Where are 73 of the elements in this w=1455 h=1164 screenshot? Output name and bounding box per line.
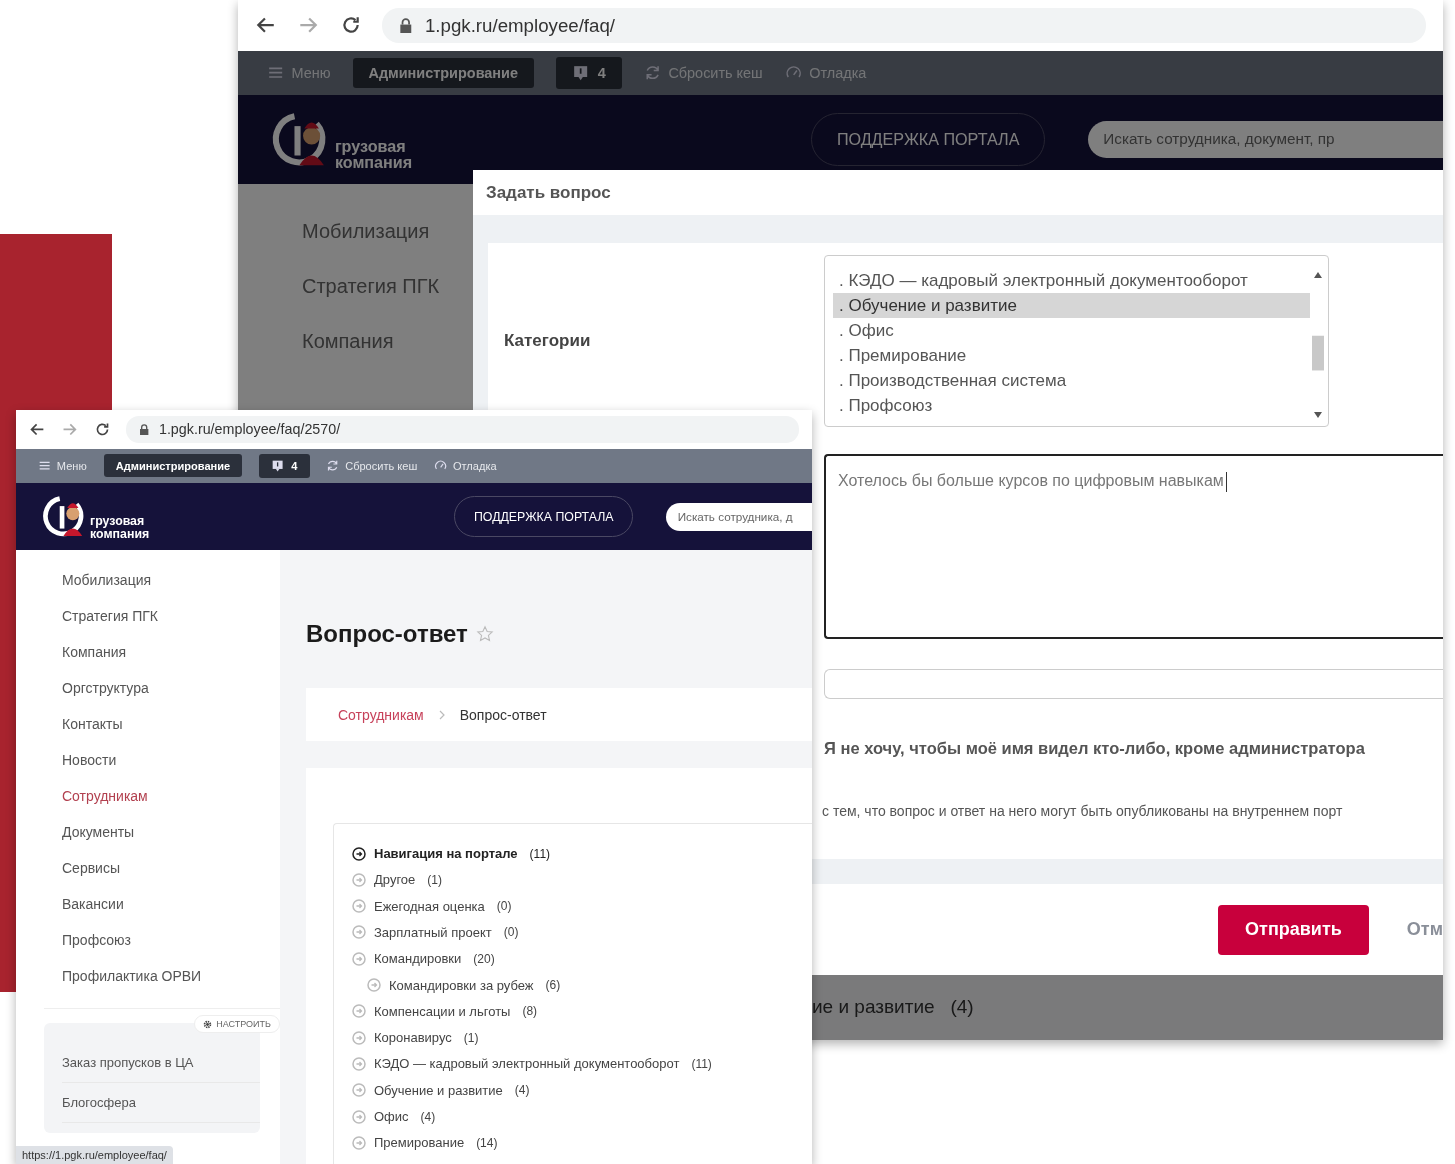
menu-icon <box>38 459 52 473</box>
back-icon[interactable] <box>29 421 46 438</box>
input-field[interactable] <box>824 669 1443 699</box>
address-bar[interactable]: 1.pgk.ru/employee/faq/ <box>382 7 1426 44</box>
sidebar-item[interactable]: Оргструктура <box>44 670 280 707</box>
list-option[interactable]: . КЭДО — кадровый электронный документооборот <box>833 268 1310 293</box>
list-option[interactable]: . Офис <box>833 318 1310 343</box>
admin-button[interactable]: Администрирование <box>103 454 243 478</box>
sidebar-item[interactable]: Вакансии <box>44 886 280 923</box>
category-item[interactable]: Компенсации и льготы (8) <box>352 998 812 1025</box>
breadcrumb-current: Вопрос-ответ <box>459 706 547 723</box>
url-text: 1.pgk.ru/employee/faq/ <box>424 14 616 37</box>
category-item[interactable]: Обучение и развитие (4) <box>352 1077 812 1104</box>
question-text: Хотелось бы больше курсов по цифровым навыкам <box>838 472 1224 490</box>
sidebar-item[interactable]: Контакты <box>44 706 280 743</box>
sidebar-item[interactable]: Документы <box>44 814 280 851</box>
widget-link[interactable]: Блогосфера <box>62 1083 260 1124</box>
notification-icon <box>571 64 590 82</box>
category-item[interactable]: Офис (4) <box>352 1103 812 1130</box>
refresh-icon <box>643 64 662 82</box>
notification-icon <box>271 459 285 473</box>
field-label: Категории <box>503 331 592 351</box>
category-item[interactable]: Ежегодная оценка (0) <box>352 893 812 920</box>
sidebar-item[interactable]: Стратегия ПГК <box>44 598 280 635</box>
lock-icon <box>139 423 150 436</box>
sidebar-item[interactable]: Профилактика ОРВИ <box>44 958 280 995</box>
category-item-text: ие и развитие (4) <box>812 996 974 1018</box>
dialog-title: Задать вопрос <box>486 182 611 203</box>
list-option[interactable]: . Профсоюз <box>833 393 1310 418</box>
lock-icon <box>399 17 414 34</box>
notifications-button[interactable]: 4 <box>555 57 622 89</box>
category-item[interactable]: Командировки (20) <box>352 945 812 972</box>
submit-button[interactable]: Отправить <box>1218 904 1369 955</box>
menu-button[interactable]: Меню <box>38 459 87 473</box>
sidebar-item[interactable]: Сотрудникам <box>44 778 280 815</box>
sidebar-item[interactable]: Мобилизация <box>44 562 280 599</box>
category-item[interactable]: КЭДО — кадровый электронный документооборот (11) <box>352 1050 812 1078</box>
list-option[interactable]: . Обучение и развитие <box>833 293 1310 318</box>
address-bar[interactable]: 1.pgk.ru/employee/faq/2570/ <box>126 415 799 444</box>
gear-icon <box>203 1019 213 1029</box>
sidebar-item[interactable]: Сервисы <box>44 850 280 887</box>
sidebar-item[interactable]: Профсоюз <box>44 922 280 959</box>
admin-button[interactable]: Администрирование <box>352 57 534 89</box>
widget-link[interactable]: Заказ пропусков в ЦА <box>62 1043 260 1084</box>
category-item[interactable]: Премирование (14) <box>352 1129 812 1156</box>
category-item[interactable]: Коронавирус (1) <box>352 1024 812 1051</box>
page-title: Вопрос-ответ <box>306 620 468 649</box>
consent-text: с тем, что вопрос и ответ на него могут быть опубликованы на внутреннем порт <box>822 803 1344 819</box>
category-item[interactable]: Навигация на портале (11) <box>352 840 812 867</box>
settings-button[interactable]: НАСТРОИТЬ <box>194 1015 280 1034</box>
sidebar-item[interactable]: Компания <box>44 634 280 671</box>
logo-text: грузовая компания <box>334 137 413 170</box>
text-cursor <box>1225 472 1227 492</box>
refresh-icon <box>326 459 340 473</box>
question-input[interactable]: Хотелось бы больше курсов по цифровым навыкам <box>824 454 1443 639</box>
url-text: 1.pgk.ru/employee/faq/2570/ <box>158 421 341 438</box>
checkbox-label[interactable]: Я не хочу, чтобы моё имя видел кто-либо, кроме администратора <box>824 739 1443 758</box>
category-item[interactable]: Другое (1) <box>352 866 812 893</box>
category-item[interactable]: Зарплатный проект (0) <box>352 919 812 946</box>
search-field[interactable]: Искать сотрудника, д <box>665 502 812 531</box>
status-url: https://1.pgk.ru/employee/faq/ <box>16 1146 173 1164</box>
category-item[interactable]: Командировки за рубеж (6) <box>367 971 812 999</box>
list-option[interactable]: . Производственная система <box>833 368 1310 393</box>
reset-cache-button[interactable]: Сбросить кеш <box>326 459 418 473</box>
breadcrumb-link[interactable]: Сотрудникам <box>338 706 424 723</box>
sidebar-item[interactable]: Новости <box>44 742 280 779</box>
star-icon[interactable] <box>475 625 494 644</box>
category-listbox[interactable]: . КЭДО — кадровый электронный документооборот . Обучение и развитие . Офис . Премирование . Производственная система . Профсоюз <box>824 255 1329 427</box>
debug-button[interactable]: Отладка <box>434 459 497 473</box>
chevron-icon <box>437 709 446 720</box>
logo-text: грузовая компания <box>90 515 150 540</box>
list-option[interactable]: . Премирование <box>833 343 1310 368</box>
notifications-button[interactable]: 4 <box>259 453 310 479</box>
